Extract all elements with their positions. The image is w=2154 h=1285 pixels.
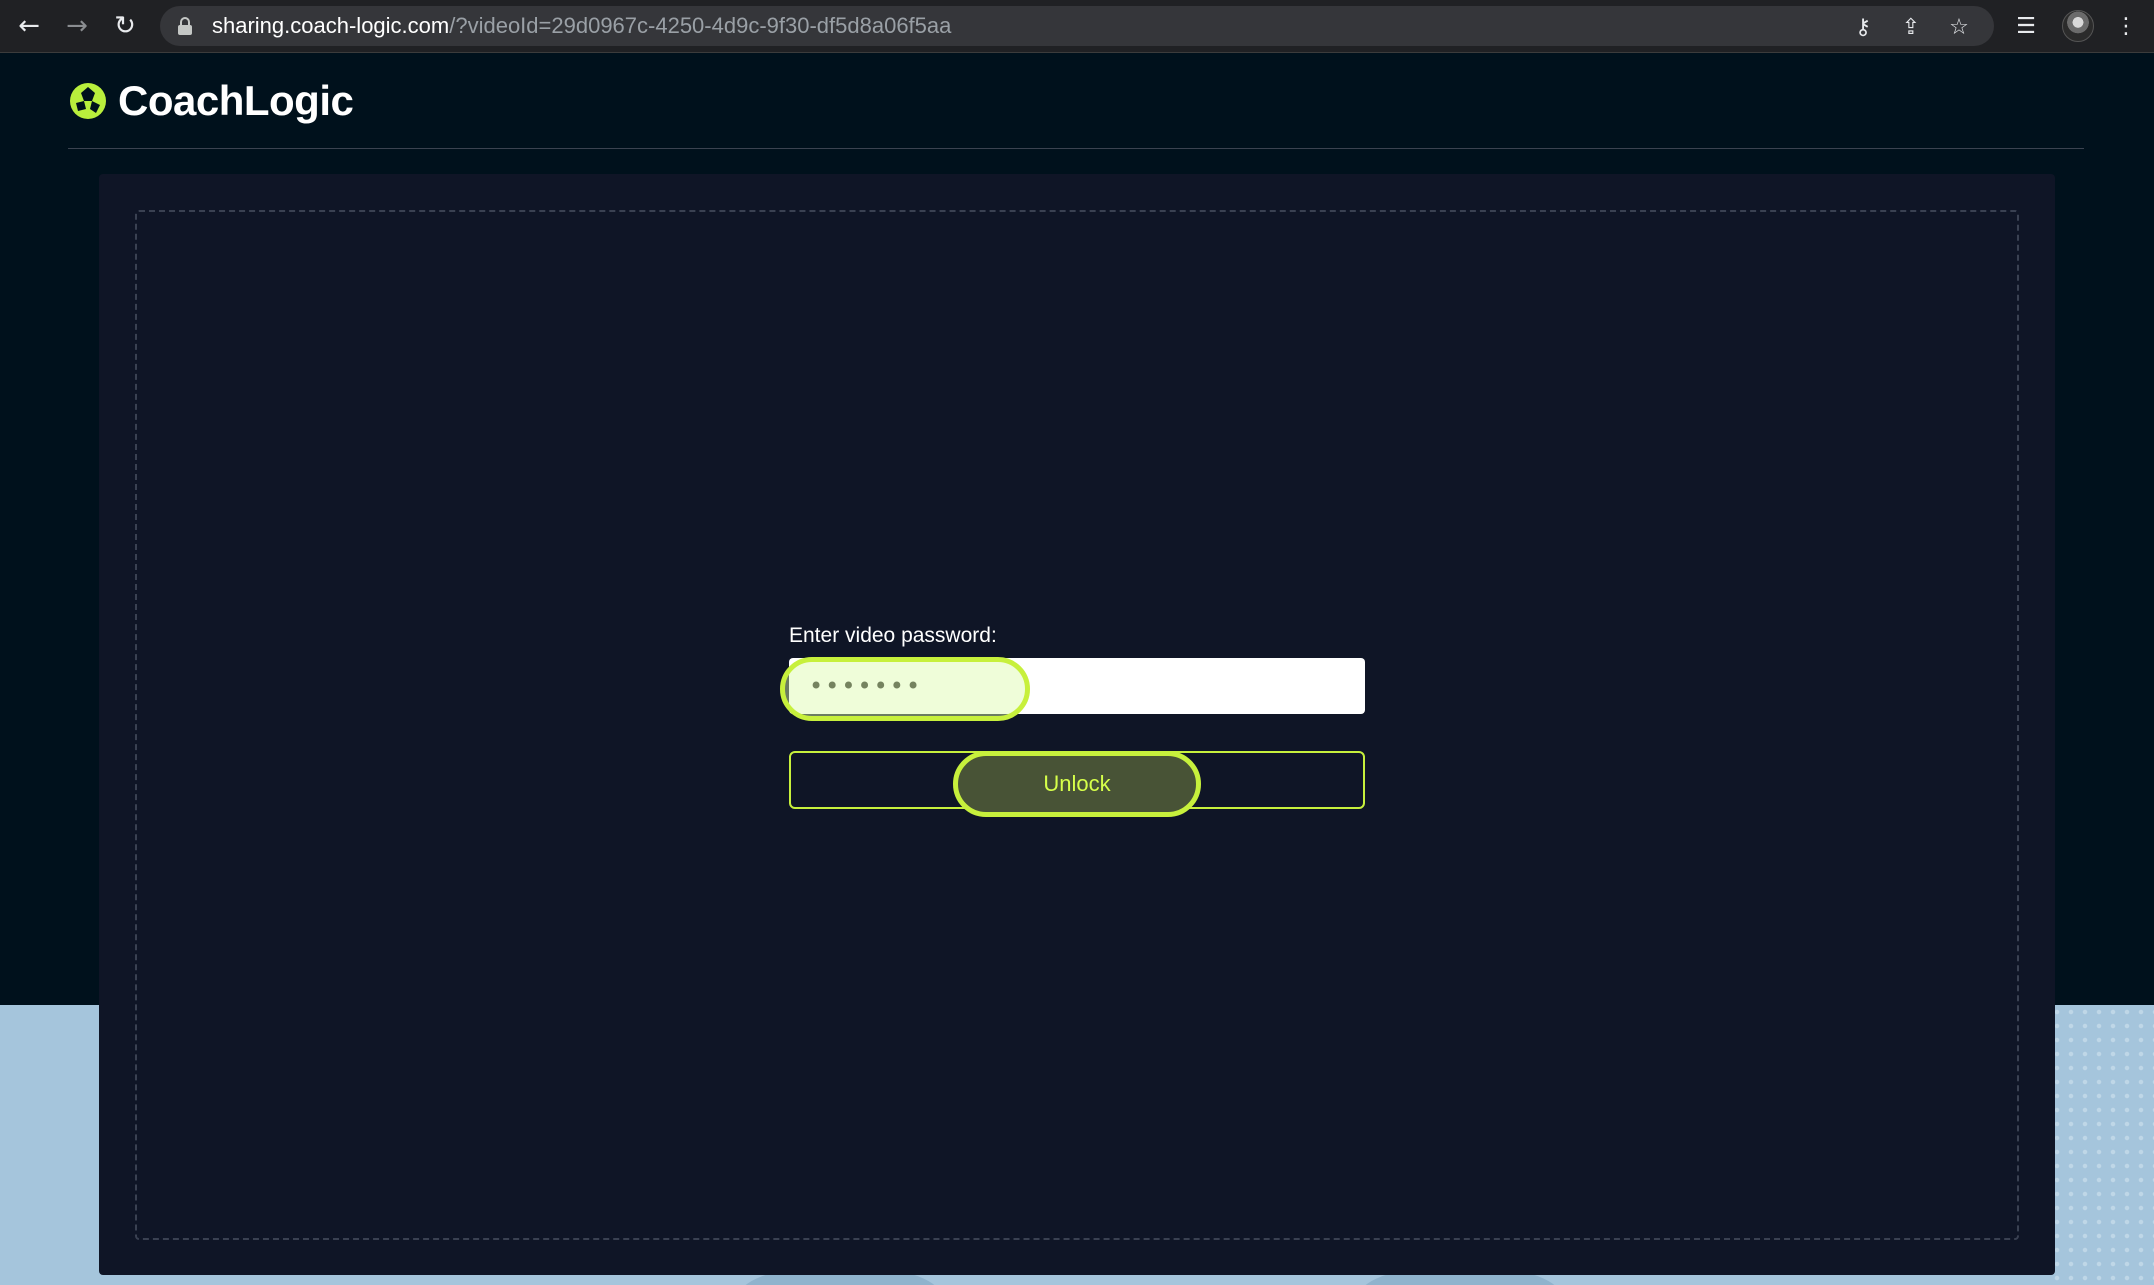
logo[interactable]: CoachLogic: [68, 77, 354, 125]
password-input[interactable]: [789, 658, 1365, 714]
bookmark-star-icon[interactable]: ☆: [1944, 12, 1974, 42]
coachlogic-logo-icon: [70, 83, 106, 119]
key-icon[interactable]: ⚷: [1848, 12, 1878, 42]
video-panel: Enter video password: Unlock: [99, 174, 2055, 1275]
logo-text: CoachLogic: [118, 77, 354, 124]
unlock-button[interactable]: [789, 751, 1365, 809]
url-path: /?videoId=29d0967c-4250-4d9c-9f30-df5d8a…: [449, 13, 952, 38]
back-arrow-icon[interactable]: ←: [11, 8, 47, 44]
url-host: sharing.coach-logic.com: [212, 13, 450, 38]
forward-arrow-icon[interactable]: →: [59, 8, 95, 44]
address-bar[interactable]: sharing.coach-logic.com /?videoId=29d096…: [160, 6, 1994, 46]
profile-avatar[interactable]: [2062, 10, 2094, 42]
header-divider: [68, 148, 2084, 149]
password-label: Enter video password:: [789, 624, 997, 647]
share-icon[interactable]: ⇪: [1896, 12, 1926, 42]
lock-icon[interactable]: [178, 17, 192, 35]
password-form: Enter video password: Unlock: [780, 624, 1365, 817]
site-header: CoachLogic: [0, 53, 2154, 149]
more-menu-icon[interactable]: ⋮: [2110, 10, 2142, 42]
reading-list-icon[interactable]: ☰: [2010, 10, 2042, 42]
reload-icon[interactable]: ↻: [107, 8, 143, 44]
dot-pattern: [2050, 1005, 2154, 1285]
browser-toolbar: ← → ↻ sharing.coach-logic.com /?videoId=…: [0, 0, 2154, 53]
